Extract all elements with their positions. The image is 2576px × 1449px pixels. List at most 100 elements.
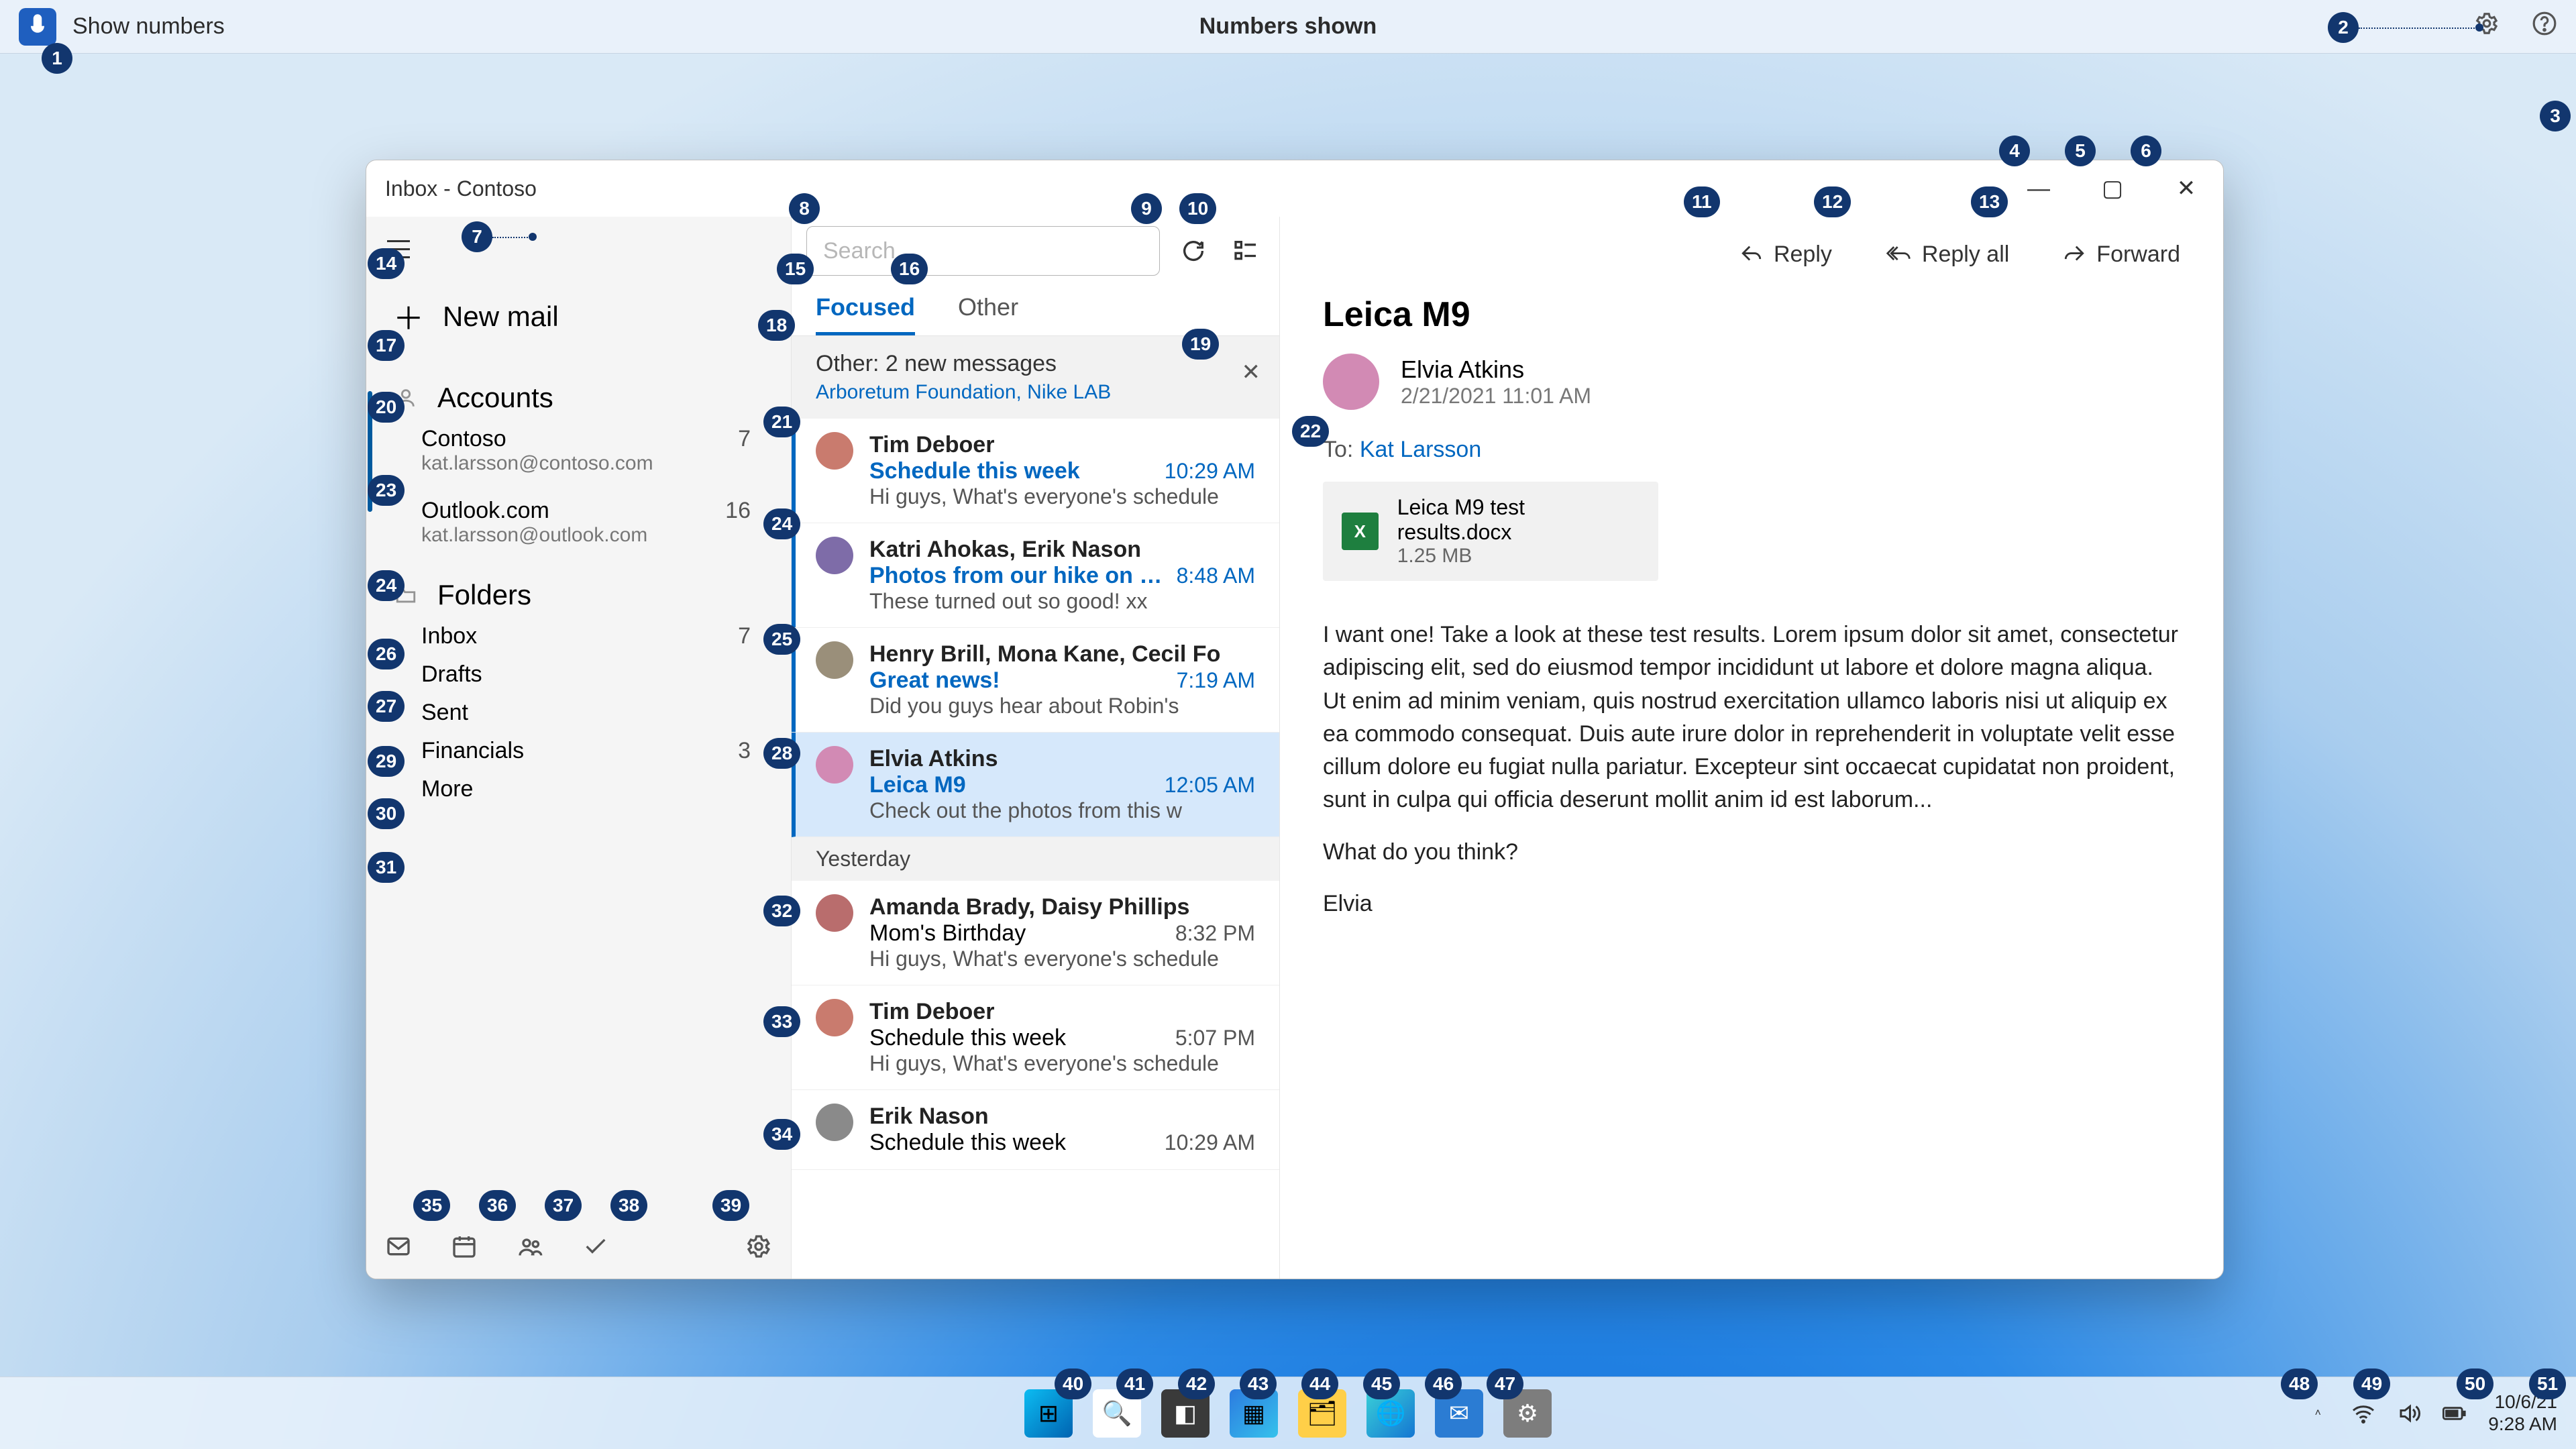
folder-sent[interactable]: Sent — [366, 688, 791, 726]
folder-drafts[interactable]: Drafts — [366, 649, 791, 688]
overlay-number: 22 — [1292, 416, 1329, 447]
overlay-number: 46 — [1425, 1368, 1462, 1399]
overlay-number: 24 — [763, 508, 800, 539]
reply-all-button[interactable]: Reply all — [1886, 241, 2009, 268]
overlay-number: 36 — [479, 1190, 516, 1221]
taskbar: ⊞ 🔍 ◧ ▦ 🗂 🌐 ✉ ⚙ ˄ 10/6/21 9:28 AM — [0, 1377, 2576, 1449]
more-folders[interactable]: More — [366, 764, 791, 802]
overlay-number: 2 — [2328, 12, 2359, 43]
overlay-number: 17 — [368, 330, 405, 361]
overlay-number: 47 — [1487, 1368, 1523, 1399]
account-contoso[interactable]: Contoso 7 kat.larsson@contoso.com — [366, 414, 791, 475]
overlay-number: 11 — [1684, 186, 1720, 217]
close-button[interactable]: ✕ — [2149, 160, 2223, 217]
overlay-number: 37 — [545, 1190, 582, 1221]
overlay-number: 15 — [777, 254, 814, 284]
day-separator: Yesterday — [792, 837, 1279, 881]
overlay-number: 4 — [1999, 136, 2030, 166]
overlay-number: 29 — [368, 746, 405, 777]
message-item[interactable]: Erik Nason Schedule this week 10:29 AM — [792, 1090, 1279, 1170]
overlay-number: 26 — [368, 639, 405, 669]
forward-button[interactable]: Forward — [2063, 241, 2180, 268]
excel-icon: X — [1342, 513, 1379, 550]
settings-icon[interactable] — [745, 1233, 772, 1260]
folders-header[interactable]: Folders — [393, 579, 791, 611]
overlay-number: 43 — [1240, 1368, 1277, 1399]
battery-icon[interactable] — [2443, 1401, 2467, 1426]
overlay-number: 31 — [368, 852, 405, 883]
overlay-number: 20 — [368, 392, 405, 423]
overlay-number: 39 — [712, 1190, 749, 1221]
calendar-icon[interactable] — [451, 1233, 478, 1260]
avatar — [816, 746, 853, 784]
nav-bottom-bar — [366, 1214, 791, 1279]
overlay-number: 42 — [1178, 1368, 1215, 1399]
overlay-number: 32 — [763, 896, 800, 926]
from-date: 2/21/2021 11:01 AM — [1401, 384, 1591, 409]
tab-focused[interactable]: Focused — [816, 293, 915, 335]
close-icon[interactable]: ✕ — [1242, 359, 1261, 386]
mail-icon[interactable] — [385, 1233, 412, 1260]
attachment[interactable]: X Leica M9 test results.docx 1.25 MB — [1323, 482, 1658, 581]
overlay-number: 45 — [1363, 1368, 1400, 1399]
reply-button[interactable]: Reply — [1740, 241, 1832, 268]
overlay-number: 19 — [1182, 329, 1219, 360]
message-item[interactable]: Katri Ahokas, Erik Nason Photos from our… — [792, 523, 1279, 628]
from-name: Elvia Atkins — [1401, 356, 1591, 384]
sync-button[interactable] — [1175, 232, 1212, 270]
todo-icon[interactable] — [582, 1233, 609, 1260]
overlay-number: 44 — [1301, 1368, 1338, 1399]
avatar — [816, 537, 853, 574]
maximize-button[interactable]: ▢ — [2076, 160, 2149, 217]
minimize-button[interactable]: — — [2002, 160, 2076, 217]
overlay-number: 27 — [368, 691, 405, 722]
overlay-number: 10 — [1179, 193, 1216, 224]
tab-other[interactable]: Other — [958, 293, 1018, 335]
search-input[interactable]: Search — [806, 226, 1160, 276]
overlay-number: 6 — [2131, 136, 2161, 166]
show-numbers-label[interactable]: Show numbers — [72, 13, 225, 40]
overlay-number: 49 — [2353, 1368, 2390, 1399]
overlay-number: 48 — [2281, 1368, 2318, 1399]
to-line: To: Kat Larsson — [1323, 437, 2180, 463]
new-mail-button[interactable]: ＋ New mail — [393, 294, 791, 339]
message-item[interactable]: Amanda Brady, Daisy Phillips Mom's Birth… — [792, 881, 1279, 985]
folder-financials[interactable]: Financials 3 — [366, 726, 791, 764]
volume-icon[interactable] — [2397, 1401, 2421, 1426]
reading-subject: Leica M9 — [1323, 294, 2180, 335]
wifi-icon[interactable] — [2351, 1401, 2375, 1426]
avatar — [816, 641, 853, 679]
help-icon[interactable] — [2532, 11, 2557, 42]
overlay-number: 9 — [1131, 193, 1162, 224]
mail-window: Inbox - Contoso — ▢ ✕ ＋ New mail Account — [366, 160, 2224, 1279]
microphone-button[interactable] — [19, 8, 56, 46]
account-outlook[interactable]: Outlook.com 16 kat.larsson@outlook.com — [366, 486, 791, 547]
overlay-number: 21 — [763, 407, 800, 437]
nav-pane: ＋ New mail Accounts Contoso 7 kat.larsso… — [366, 217, 792, 1279]
overlay-number: 23 — [368, 475, 405, 506]
overlay-number: 8 — [789, 193, 820, 224]
voice-status: Numbers shown — [1199, 13, 1377, 40]
overlay-number: 16 — [891, 254, 928, 284]
avatar — [816, 999, 853, 1036]
folder-inbox[interactable]: Inbox 7 — [366, 611, 791, 649]
message-item[interactable]: Tim Deboer Schedule this week 10:29 AM H… — [792, 419, 1279, 523]
avatar — [816, 432, 853, 470]
overlay-number: 24 — [368, 570, 405, 601]
message-item[interactable]: Tim Deboer Schedule this week 5:07 PM Hi… — [792, 985, 1279, 1090]
avatar — [816, 894, 853, 932]
message-item-selected[interactable]: Elvia Atkins Leica M9 12:05 AM Check out… — [792, 733, 1279, 837]
overlay-number: 38 — [610, 1190, 647, 1221]
titlebar[interactable]: Inbox - Contoso — ▢ ✕ — [366, 160, 2223, 217]
voice-access-bar: Show numbers Numbers shown — [0, 0, 2576, 54]
avatar — [1323, 354, 1379, 410]
overlay-number: 28 — [763, 738, 800, 769]
overlay-number: 33 — [763, 1006, 800, 1037]
accounts-header[interactable]: Accounts — [393, 382, 791, 414]
people-icon[interactable] — [517, 1233, 543, 1260]
tray-chevron-icon[interactable]: ˄ — [2306, 1401, 2330, 1426]
overlay-number: 3 — [2540, 101, 2571, 131]
select-button[interactable] — [1227, 232, 1265, 270]
message-item[interactable]: Henry Brill, Mona Kane, Cecil Fo Great n… — [792, 628, 1279, 733]
message-list-pane: Search Focused Other Other: 2 new messag… — [792, 217, 1280, 1279]
